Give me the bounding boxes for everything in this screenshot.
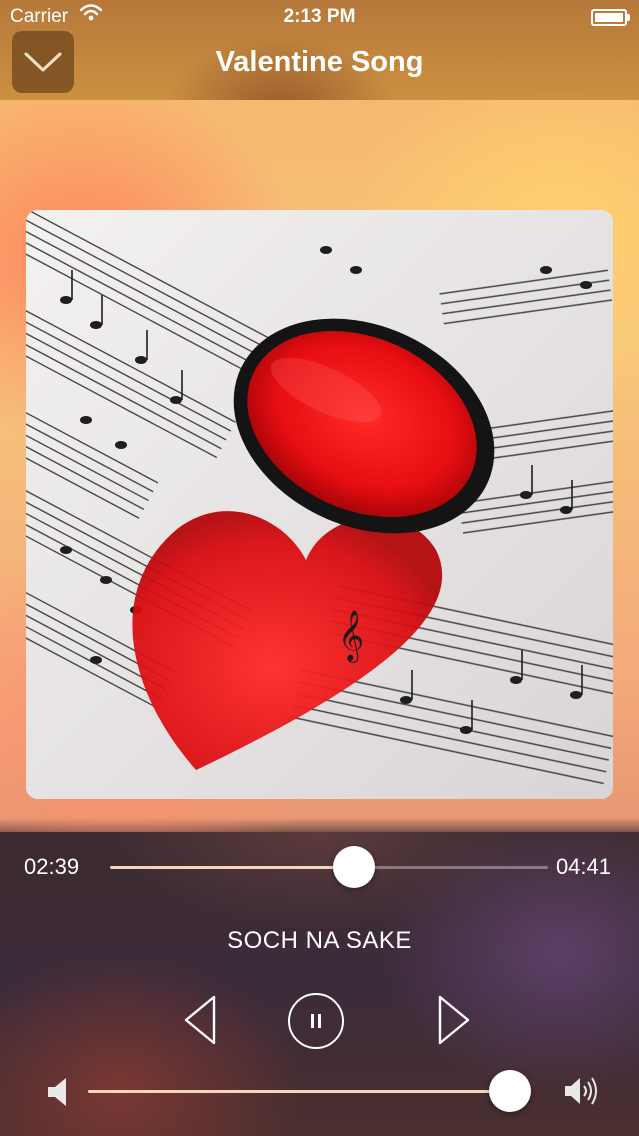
album-artwork: 𝄞 bbox=[26, 210, 613, 799]
song-title: SOCH NA SAKE bbox=[227, 927, 412, 954]
page-title: Valentine Song bbox=[215, 46, 424, 78]
volume-fill bbox=[88, 1090, 511, 1093]
progress-fill bbox=[110, 866, 354, 869]
pause-icon bbox=[311, 1014, 321, 1028]
speaker-low-icon bbox=[48, 1078, 66, 1106]
clock: 2:13 PM bbox=[283, 6, 356, 27]
progress-slider[interactable] bbox=[110, 846, 548, 888]
battery-icon bbox=[591, 9, 630, 26]
progress-thumb[interactable] bbox=[332, 846, 375, 888]
elapsed-time: 02:39 bbox=[24, 854, 80, 879]
status-bar: Carrier 2:13 PM bbox=[0, 0, 639, 32]
volume-slider[interactable] bbox=[88, 1070, 532, 1112]
next-button[interactable] bbox=[430, 994, 478, 1046]
previous-button[interactable] bbox=[176, 994, 224, 1046]
next-track-icon bbox=[438, 995, 470, 1045]
pause-button[interactable] bbox=[288, 993, 344, 1049]
total-time: 04:41 bbox=[555, 854, 611, 879]
svg-text:𝄞: 𝄞 bbox=[338, 610, 364, 663]
speaker-high-icon bbox=[565, 1077, 597, 1105]
previous-track-icon bbox=[184, 995, 216, 1045]
